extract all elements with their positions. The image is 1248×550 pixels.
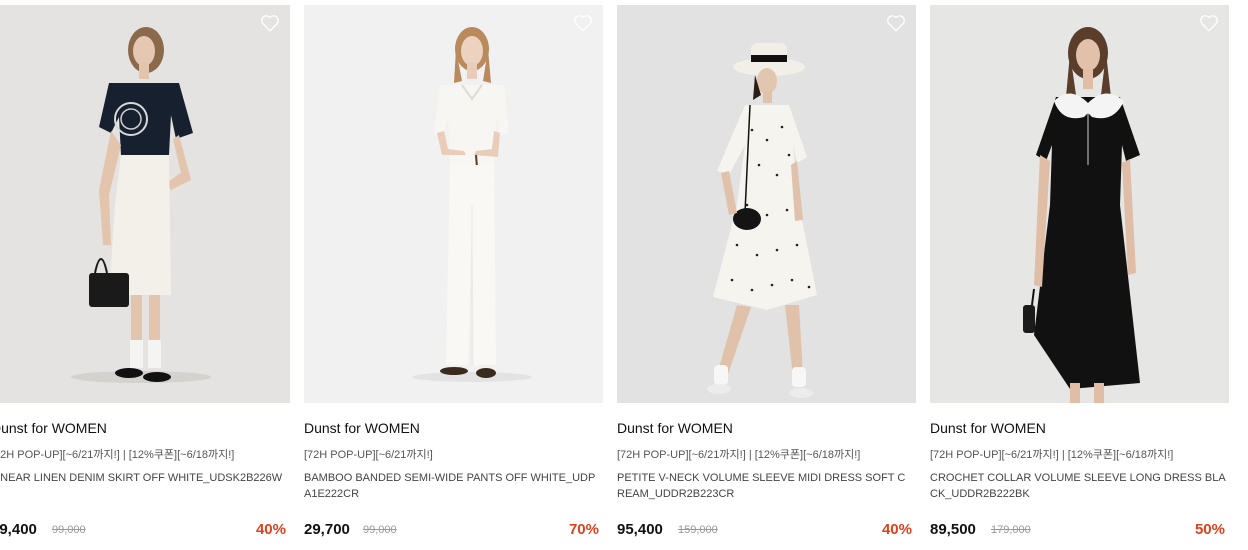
- model-photo: [930, 5, 1229, 403]
- discount-rate: 70%: [568, 521, 599, 538]
- product-name[interactable]: BAMBOO BANDED SEMI-WIDE PANTS OFF WHITE_…: [304, 470, 600, 502]
- sale-price: 29,700: [304, 521, 350, 538]
- model-photo: [304, 5, 603, 403]
- heart-outline-icon[interactable]: [1199, 14, 1219, 32]
- model-photo: [0, 5, 290, 403]
- original-price: 99,000: [363, 524, 397, 536]
- product-grid: Dunst for WOMEN [72H POP-UP][~6/21까지!] |…: [0, 0, 1248, 550]
- promo-text: [72H POP-UP][~6/21까지!] | [12%쿠폰][~6/18까지…: [617, 449, 861, 461]
- product-card[interactable]: Dunst for WOMEN [72H POP-UP][~6/21까지!] |…: [0, 5, 290, 550]
- heart-outline-icon[interactable]: [260, 14, 280, 32]
- product-name[interactable]: CROCHET COLLAR VOLUME SLEEVE LONG DRESS …: [930, 470, 1226, 502]
- product-card[interactable]: Dunst for WOMEN [72H POP-UP][~6/21까지!] |…: [617, 5, 916, 550]
- heart-outline-icon[interactable]: [886, 14, 906, 32]
- sale-price: 95,400: [617, 521, 663, 538]
- brand-name[interactable]: Dunst for WOMEN: [0, 420, 107, 436]
- promo-text: [72H POP-UP][~6/21까지!]: [304, 449, 433, 461]
- discount-rate: 50%: [1194, 521, 1225, 538]
- product-image[interactable]: [304, 5, 603, 403]
- product-card[interactable]: Dunst for WOMEN [72H POP-UP][~6/21까지!] B…: [304, 5, 603, 550]
- promo-text: [72H POP-UP][~6/21까지!] | [12%쿠폰][~6/18까지…: [930, 449, 1174, 461]
- discount-rate: 40%: [255, 521, 286, 538]
- model-photo: [617, 5, 916, 403]
- product-image[interactable]: [930, 5, 1229, 403]
- product-card[interactable]: Dunst for WOMEN [72H POP-UP][~6/21까지!] |…: [930, 5, 1229, 550]
- brand-name[interactable]: Dunst for WOMEN: [930, 420, 1046, 436]
- sale-price: 89,500: [930, 521, 976, 538]
- original-price: 159,000: [678, 524, 718, 536]
- brand-name[interactable]: Dunst for WOMEN: [617, 420, 733, 436]
- product-name[interactable]: PETITE V-NECK VOLUME SLEEVE MIDI DRESS S…: [617, 470, 913, 502]
- product-image[interactable]: [617, 5, 916, 403]
- brand-name[interactable]: Dunst for WOMEN: [304, 420, 420, 436]
- discount-rate: 40%: [881, 521, 912, 538]
- promo-text: [72H POP-UP][~6/21까지!] | [12%쿠폰][~6/18까지…: [0, 449, 235, 461]
- sale-price: 59,400: [0, 521, 37, 538]
- original-price: 179,000: [991, 524, 1031, 536]
- product-name[interactable]: LINEAR LINEN DENIM SKIRT OFF WHITE_UDSK2…: [0, 470, 287, 502]
- product-image[interactable]: [0, 5, 290, 403]
- heart-outline-icon[interactable]: [573, 14, 593, 32]
- original-price: 99,000: [52, 524, 86, 536]
